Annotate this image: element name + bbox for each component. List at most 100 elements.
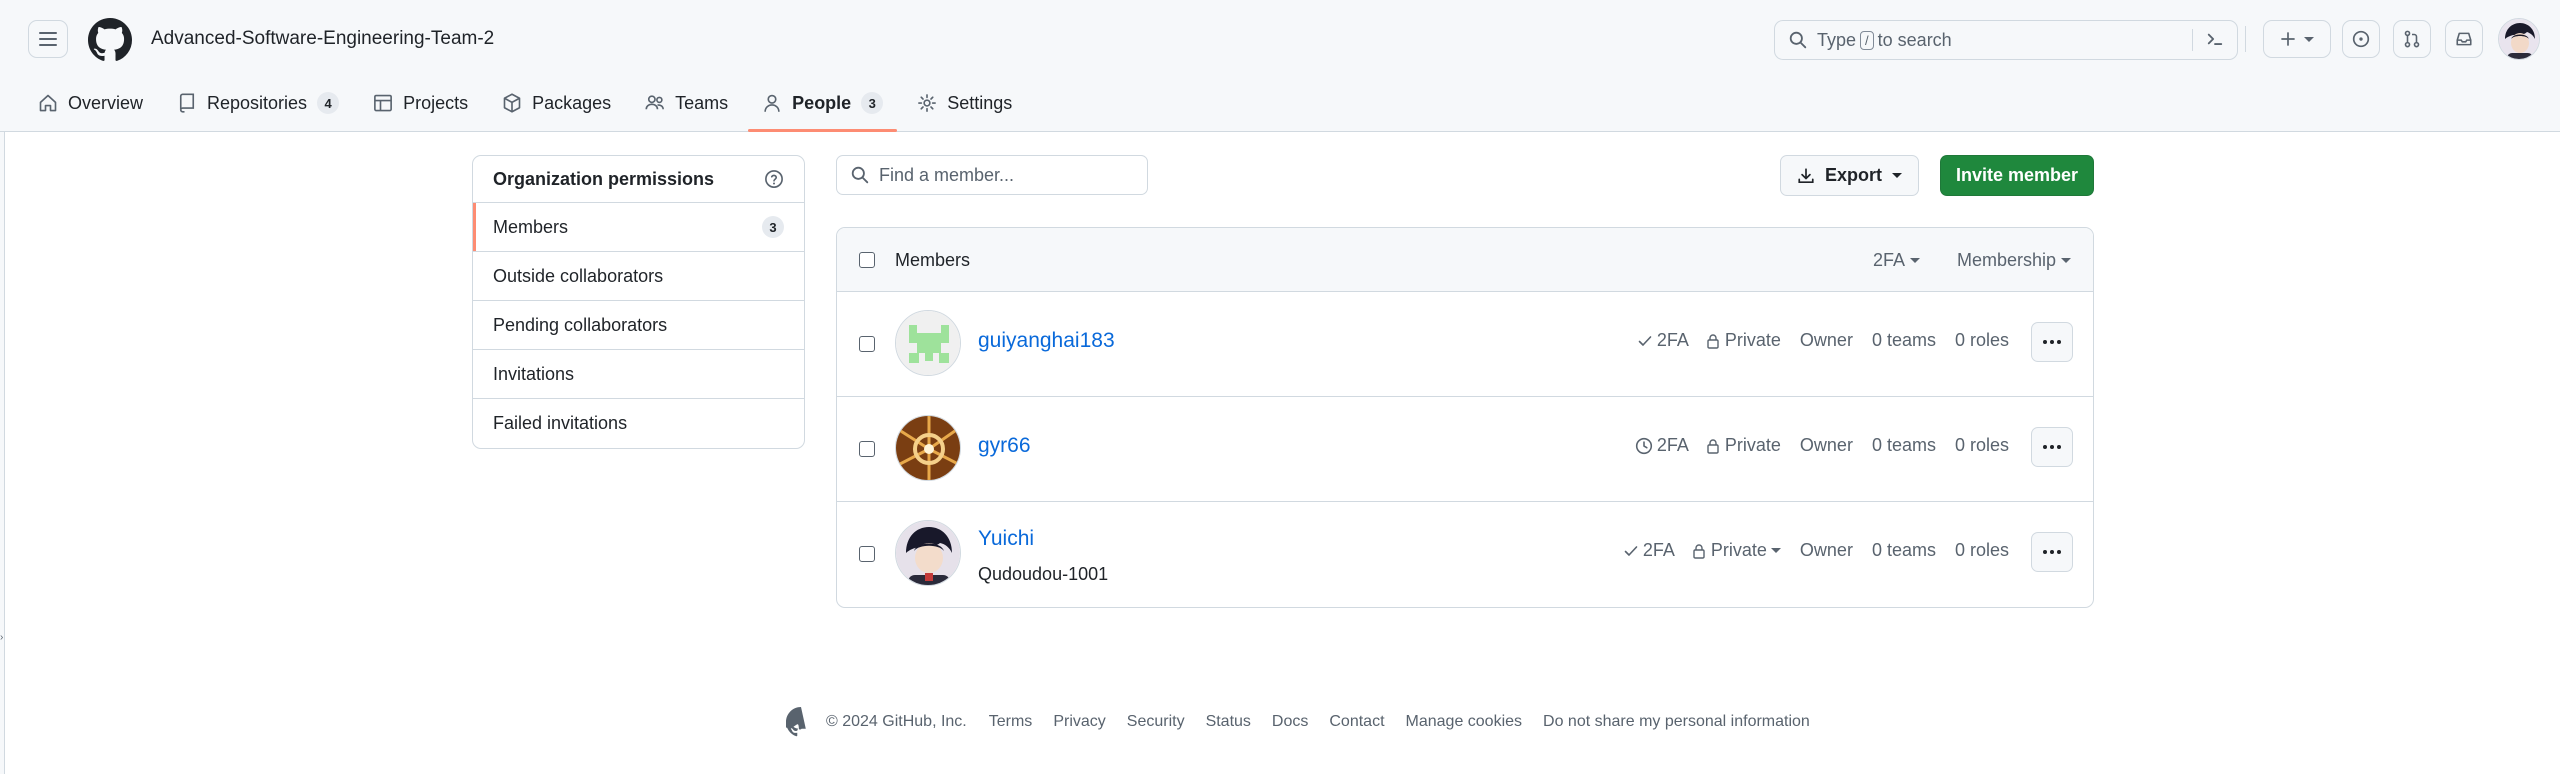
2fa-filter-dropdown[interactable]: 2FA [1873,250,1921,271]
roles-count-text: 0 roles [1954,540,2009,560]
tab-label: Teams [675,92,729,113]
notifications-button[interactable] [2445,20,2483,58]
create-new-button[interactable] [2263,20,2331,58]
issue-opened-icon [2352,30,2370,48]
sidebar-heading: Organization permissions [473,156,804,203]
tab-teams[interactable]: Teams [631,80,742,126]
row-checkbox[interactable] [859,441,875,457]
sidebar-item-outside-collaborators[interactable]: Outside collaborators [473,252,804,301]
member-meta: 2FA Private Owner 0 teams 0 roles [1635,435,2009,456]
permissions-sidebar: Organization permissions Members 3 Outsi… [472,155,805,449]
tab-repositories[interactable]: Repositories 4 [163,80,353,126]
user-avatar-button[interactable] [2498,18,2540,60]
sidebar-item-label: Pending collaborators [493,314,668,335]
home-icon [39,94,57,112]
people-icon [645,95,665,110]
find-member-input[interactable]: Find a member... [836,155,1148,195]
avatar[interactable] [895,520,961,586]
row-checkbox[interactable] [859,336,875,352]
repo-icon [179,93,195,113]
avatar[interactable] [895,415,961,481]
chevron-down-icon [1770,548,1781,553]
people-count-badge: 3 [861,92,884,114]
question-icon[interactable] [764,169,784,189]
sidebar-item-members[interactable]: Members 3 [473,203,804,252]
repo-count-badge: 4 [317,92,340,114]
tab-packages[interactable]: Packages [488,80,625,126]
global-header: Advanced-Software-Engineering-Team-2 Typ… [0,0,2560,132]
sidebar-item-label: Failed invitations [493,413,628,433]
github-logo-icon[interactable] [786,707,816,737]
footer-copyright: © 2024 GitHub, Inc. [826,713,967,730]
package-icon [503,93,521,113]
search-icon [851,166,869,184]
lock-icon [1707,438,1719,454]
github-logo-icon[interactable] [88,18,132,62]
clock-icon [1635,437,1652,454]
visibility-dropdown[interactable]: Private [1691,540,1781,561]
member-username-link[interactable]: guiyanghai183 [978,329,1115,353]
footer-link-docs[interactable]: Docs [1272,713,1308,731]
issues-button[interactable] [2342,20,2380,58]
tab-label: Settings [947,92,1013,113]
export-button[interactable]: Export [1780,155,1919,196]
footer-link-contact[interactable]: Contact [1329,713,1384,731]
tab-settings[interactable]: Settings [903,80,1026,126]
tab-label: Overview [68,92,144,113]
member-actions-button[interactable] [2031,532,2073,572]
chevron-down-icon [1892,173,1902,178]
tab-projects[interactable]: Projects [359,80,482,126]
footer-link-privacy[interactable]: Privacy [1053,713,1105,731]
table-row: gyr66 2FA Private Owner 0 teams 0 roles [837,397,2093,502]
tab-label: Repositories [207,92,308,113]
avatar-image [2499,19,2539,59]
table-icon [374,94,392,112]
sidebar-item-invitations[interactable]: Invitations [473,350,804,399]
org-name-link[interactable]: Advanced-Software-Engineering-Team-2 [151,28,494,50]
sidebar-heading-text: Organization permissions [493,168,715,189]
org-nav-tabs: Overview Repositories 4 Projects Package… [24,80,1032,132]
membership-filter-dropdown[interactable]: Membership [1957,250,2072,271]
footer-link-status[interactable]: Status [1206,713,1251,731]
kebab-horizontal-icon [2043,550,2061,554]
search-suffix-text: to search [1877,29,1952,50]
avatar-image [896,416,960,480]
2fa-status: 2FA [1637,330,1689,351]
2fa-filter-label: 2FA [1873,250,1906,270]
command-palette-icon[interactable] [2205,29,2225,49]
footer-link-terms[interactable]: Terms [989,713,1033,731]
sidebar-item-failed-invitations[interactable]: Failed invitations [473,399,804,448]
members-count-badge: 3 [762,216,784,238]
pull-requests-button[interactable] [2393,20,2431,58]
teams-count-text: 0 teams [1871,435,1936,455]
member-actions-button[interactable] [2031,427,2073,467]
members-table-header: Members 2FA Membership [837,228,2093,292]
tab-label: Projects [403,92,469,113]
member-username-link[interactable]: Yuichi [978,527,1034,551]
gear-icon [918,94,937,112]
member-username-link[interactable]: gyr66 [978,434,1031,458]
chevron-down-icon [2061,258,2072,263]
footer-link-do-not-share[interactable]: Do not share my personal information [1543,713,1810,731]
kebab-horizontal-icon [2043,445,2061,449]
lock-icon [1707,333,1719,349]
avatar[interactable] [895,310,961,376]
global-search-input[interactable]: Type / to search [1774,20,2238,60]
table-row: Yuichi Qudoudou-1001 2FA Private Owner 0… [837,502,2093,607]
tab-overview[interactable]: Overview [24,80,157,126]
sidebar-item-pending-collaborators[interactable]: Pending collaborators [473,301,804,350]
person-icon [764,94,780,112]
select-all-checkbox[interactable] [859,252,875,268]
invite-member-button[interactable]: Invite member [1940,155,2094,196]
tab-people[interactable]: People 3 [748,80,898,132]
visibility-status: Private [1705,330,1781,351]
member-actions-button[interactable] [2031,322,2073,362]
row-checkbox[interactable] [859,546,875,562]
git-pull-request-icon [2404,30,2420,48]
visibility-text: Private [1710,540,1767,560]
footer-link-manage-cookies[interactable]: Manage cookies [1406,713,1523,731]
2fa-text: 2FA [1642,540,1675,560]
hamburger-menu-button[interactable] [28,20,68,58]
footer-link-security[interactable]: Security [1127,713,1185,731]
identicon-image [896,311,960,375]
